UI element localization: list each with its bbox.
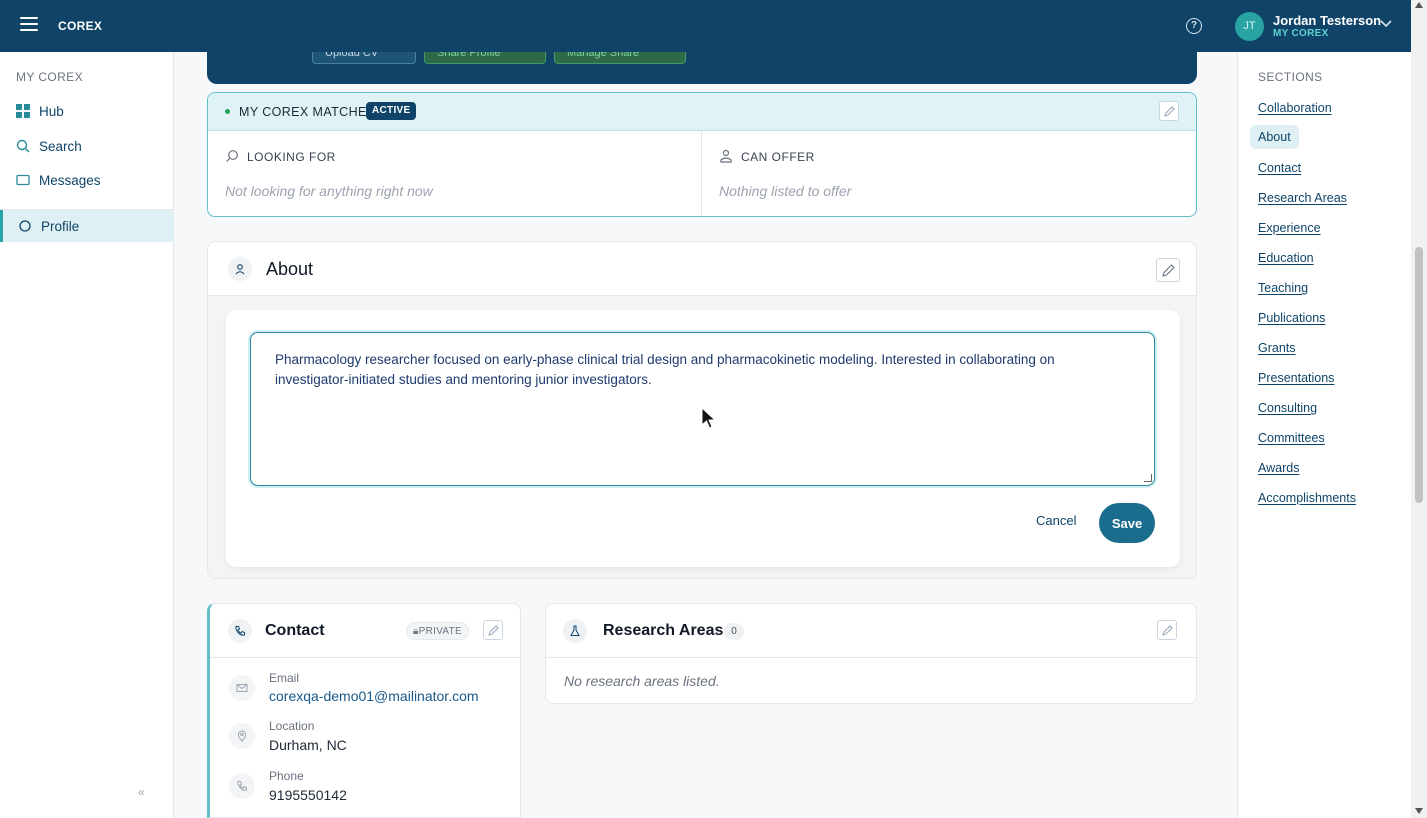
pencil-icon — [1162, 625, 1173, 636]
cancel-button[interactable]: Cancel — [1036, 513, 1076, 528]
sidebar-item-search[interactable]: Search — [0, 130, 174, 162]
location-value: Durham, NC — [269, 737, 347, 753]
mouse-cursor-icon — [701, 407, 717, 429]
sections-heading: SECTIONS — [1258, 70, 1323, 84]
phone-icon — [228, 619, 252, 643]
sections-nav: SECTIONS Collaboration About Contact Res… — [1237, 52, 1411, 818]
section-link-presentations[interactable]: Presentations — [1258, 371, 1334, 385]
section-link-publications[interactable]: Publications — [1258, 311, 1325, 325]
flask-icon — [563, 619, 587, 643]
sidebar-item-label: Search — [39, 138, 82, 154]
location-label: Location — [269, 719, 315, 733]
section-link-awards[interactable]: Awards — [1258, 461, 1299, 475]
contact-header: Contact 🔒︎PRIVATE — [210, 604, 520, 658]
sidebar-item-messages[interactable]: Messages — [0, 164, 174, 196]
help-icon[interactable]: ? — [1186, 18, 1202, 34]
about-title: About — [266, 259, 314, 279]
section-link-about[interactable]: About — [1250, 125, 1299, 149]
edit-contact-button[interactable] — [483, 620, 503, 640]
status-badge: ACTIVE — [366, 102, 417, 120]
save-button[interactable]: Save — [1099, 503, 1155, 543]
message-icon — [16, 174, 30, 186]
section-link-research-areas[interactable]: Research Areas — [1258, 191, 1347, 205]
matches-title: MY COREX MATCHES — [239, 105, 376, 119]
can-offer-label: CAN OFFER — [741, 150, 815, 164]
pencil-icon — [488, 625, 499, 636]
profile-hero: Upload CV Share Profile Manage Share — [207, 52, 1197, 84]
scroll-up-arrow-icon[interactable] — [1415, 2, 1423, 8]
count-badge: 0 — [724, 623, 744, 640]
corex-matches-card: MY COREX MATCHES ACTIVE LOOKING FOR Not … — [207, 92, 1197, 217]
looking-for-empty: Not looking for anything right now — [225, 183, 433, 199]
edit-about-button[interactable] — [1156, 258, 1180, 282]
manage-share-button[interactable]: Manage Share — [554, 52, 686, 64]
phone-label: Phone — [269, 769, 304, 783]
edit-matches-button[interactable] — [1159, 101, 1179, 121]
section-link-experience[interactable]: Experience — [1258, 221, 1321, 235]
top-bar: COREX ? JT Jordan Testerson MY COREX — [0, 0, 1411, 52]
user-subtitle: MY COREX — [1273, 28, 1329, 39]
private-badge: 🔒︎PRIVATE — [406, 622, 470, 640]
search-icon — [16, 139, 30, 153]
email-link[interactable]: corexqa-demo01@mailinator.com — [269, 688, 479, 704]
matches-header: MY COREX MATCHES ACTIVE — [208, 93, 1196, 131]
sidebar-item-hub[interactable]: Hub — [0, 95, 174, 127]
contact-card: Contact 🔒︎PRIVATE Email corexqa-demo01@m… — [207, 603, 521, 818]
research-areas-card: Research Areas 0 No research areas liste… — [545, 603, 1197, 704]
upload-cv-button[interactable]: Upload CV — [312, 52, 416, 64]
brand-logo[interactable]: COREX — [58, 19, 102, 33]
chevron-down-icon[interactable] — [1380, 17, 1392, 29]
research-header: Research Areas 0 — [546, 604, 1196, 658]
hand-offer-icon — [720, 149, 732, 163]
sidebar-item-label: Hub — [39, 103, 64, 119]
pencil-icon — [1164, 106, 1175, 117]
looking-for-column: LOOKING FOR Not looking for anything rig… — [208, 131, 702, 216]
research-title: Research Areas — [603, 622, 724, 639]
sidebar: MY COREX Hub Search Messages Profile « — [0, 52, 174, 818]
textarea-resize-handle[interactable] — [1144, 474, 1152, 482]
section-link-committees[interactable]: Committees — [1258, 431, 1325, 445]
share-profile-button[interactable]: Share Profile — [424, 52, 546, 64]
person-icon — [228, 257, 252, 281]
user-name[interactable]: Jordan Testerson — [1273, 13, 1381, 28]
section-link-consulting[interactable]: Consulting — [1258, 401, 1317, 415]
section-link-grants[interactable]: Grants — [1258, 341, 1296, 355]
collapse-sidebar-button[interactable]: « — [138, 785, 145, 799]
sidebar-item-label: Profile — [41, 218, 80, 234]
sidebar-heading: MY COREX — [16, 70, 83, 84]
scroll-down-arrow-icon[interactable] — [1415, 808, 1423, 814]
can-offer-column: CAN OFFER Nothing listed to offer — [702, 131, 1196, 216]
scrollbar-thumb[interactable] — [1415, 247, 1423, 503]
can-offer-empty: Nothing listed to offer — [719, 183, 852, 199]
phone-value: 9195550142 — [269, 787, 347, 803]
email-label: Email — [269, 671, 300, 685]
profile-icon — [19, 220, 31, 232]
hamburger-menu-icon[interactable] — [20, 17, 38, 35]
page-scrollbar[interactable] — [1411, 0, 1427, 818]
status-dot — [225, 109, 230, 114]
section-link-collaboration[interactable]: Collaboration — [1258, 101, 1332, 115]
sidebar-item-profile[interactable]: Profile — [0, 210, 174, 242]
section-link-contact[interactable]: Contact — [1258, 161, 1301, 175]
section-link-accomplishments[interactable]: Accomplishments — [1258, 491, 1356, 505]
about-editor: Pharmacology researcher focused on early… — [226, 310, 1180, 567]
contact-title: Contact — [265, 622, 325, 639]
user-avatar[interactable]: JT — [1235, 12, 1264, 41]
research-empty-text: No research areas listed. — [564, 673, 720, 689]
looking-for-label: LOOKING FOR — [247, 150, 336, 164]
mail-icon — [229, 675, 255, 701]
search-icon — [226, 150, 238, 162]
section-link-education[interactable]: Education — [1258, 251, 1314, 265]
location-pin-icon — [229, 723, 255, 749]
edit-research-button[interactable] — [1157, 620, 1177, 640]
pencil-icon — [1162, 264, 1175, 277]
section-link-teaching[interactable]: Teaching — [1258, 281, 1308, 295]
about-header: About — [208, 242, 1196, 296]
sidebar-item-label: Messages — [39, 172, 101, 188]
grid-icon — [16, 104, 30, 118]
phone-icon — [229, 773, 255, 799]
